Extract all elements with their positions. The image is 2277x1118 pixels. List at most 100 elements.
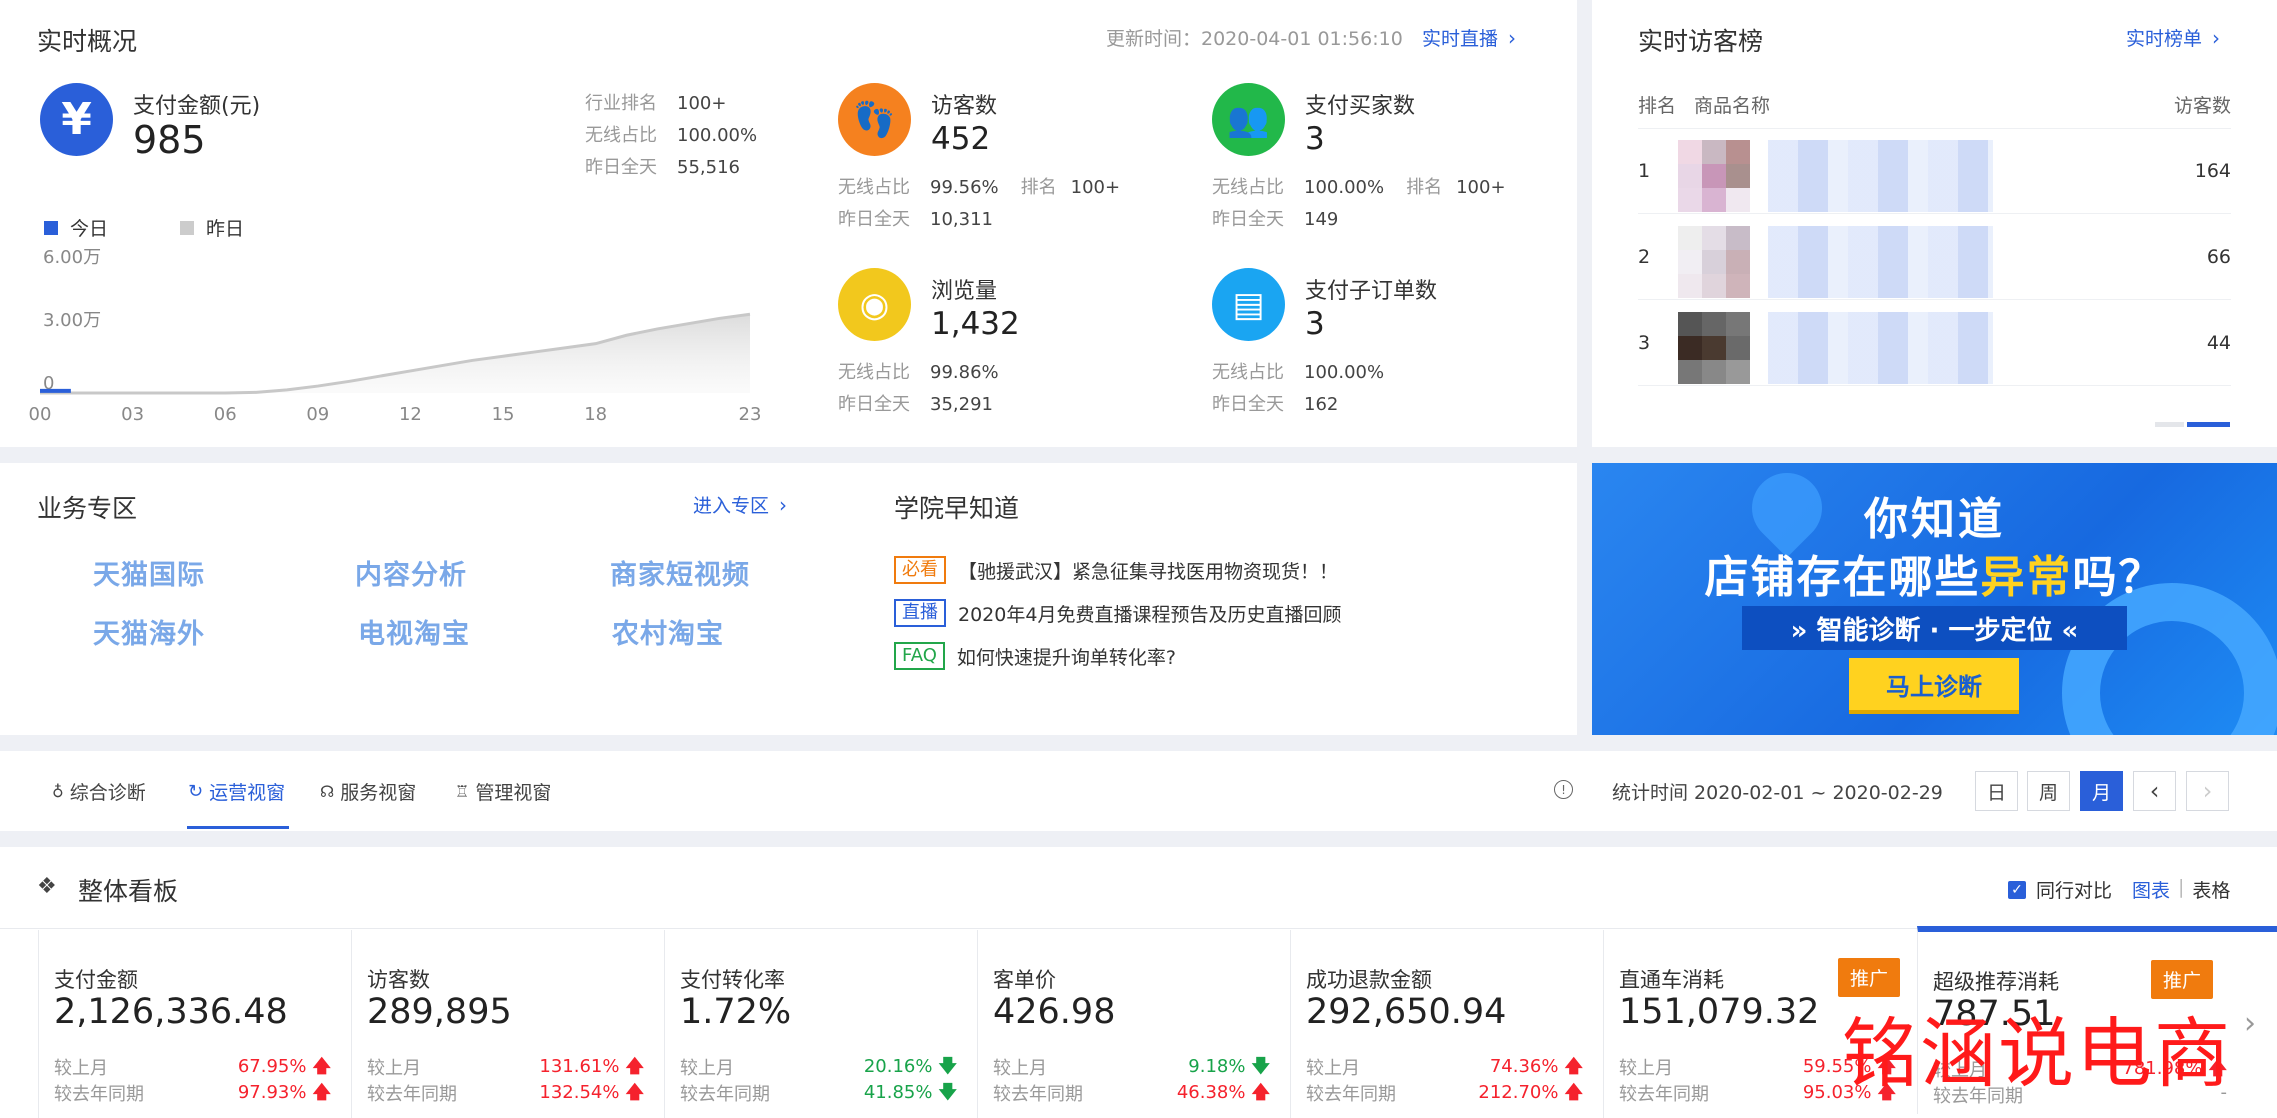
period-month-button[interactable]: 月: [2080, 771, 2123, 811]
metric-card[interactable]: 客单价 426.98 较上月 9.18% 🡇 较去年同期 46.38% 🡅: [977, 930, 1290, 1118]
metric-card[interactable]: 支付转化率 1.72% 较上月 20.16% 🡇 较去年同期 41.85% 🡇: [664, 930, 977, 1118]
pager-dot[interactable]: [2155, 422, 2184, 427]
period-day-button[interactable]: 日: [1975, 771, 2018, 811]
news-item[interactable]: FAQ 如何快速提升询单转化率?: [894, 640, 1176, 672]
card-yoy: 较去年同期 212.70% 🡅: [1306, 1080, 1583, 1110]
metric-mobile-ratio: 无线占比 100.00% 排名 100+: [1212, 173, 1506, 199]
view-toggle: 图表 | 表格: [2132, 876, 2230, 903]
tab-service[interactable]: ☊ 服务视窗: [320, 778, 416, 805]
view-chart-link[interactable]: 图表: [2132, 876, 2170, 903]
y-tick-label: 3.00万: [43, 310, 101, 331]
x-tick-label: 03: [121, 404, 144, 425]
pay-amount-value: 985: [133, 118, 206, 162]
x-tick-label: 09: [306, 404, 329, 425]
metric-label: 支付买家数: [1305, 94, 1416, 119]
rank-row[interactable]: 3 44: [1638, 300, 2231, 386]
eye-icon: ◉: [838, 268, 911, 341]
metric-card[interactable]: 访客数 289,895 较上月 131.61% 🡅 较去年同期 132.54% 🡅: [351, 930, 664, 1118]
pay-amount-details: 行业排名 100+ 无线占比 100.00% 昨日全天 55,516: [585, 88, 757, 184]
period-week-button[interactable]: 周: [2027, 771, 2070, 811]
news-text: 【驰援武汉】紧急征集寻找医用物资现货！！: [958, 560, 1339, 583]
metric-mobile-ratio: 无线占比 99.56% 排名 100+: [838, 173, 1120, 199]
detail-key: 昨日全天: [838, 394, 910, 415]
cmp-key: 较去年同期: [680, 1084, 770, 1105]
pay-amount-label: 支付金额(元): [133, 94, 261, 119]
prev-period-button[interactable]: ‹: [2133, 771, 2176, 811]
metric-yesterday: 昨日全天 149: [1212, 205, 1338, 231]
metric-card[interactable]: 支付金额 2,126,336.48 较上月 67.95% 🡅 较去年同期 97.93% 🡅: [38, 930, 351, 1118]
footprint-icon: 👣: [838, 83, 911, 156]
cmp-key: 较去年同期: [1306, 1084, 1396, 1105]
detail-value: 100+: [677, 93, 727, 114]
metric-yesterday: 昨日全天 162: [1212, 390, 1338, 416]
news-item[interactable]: 必看 【驰援武汉】紧急征集寻找医用物资现货！！: [894, 554, 1338, 586]
rank-link[interactable]: 实时榜单 ›: [2126, 24, 2220, 51]
arrow-down-icon: 🡇: [1251, 1056, 1270, 1077]
detail-value: 100.00%: [1304, 177, 1385, 198]
metric-yesterday: 昨日全天 35,291: [838, 390, 993, 416]
card-value: 1.72%: [680, 992, 792, 1032]
rank-number: 1: [1638, 160, 1651, 182]
x-tick-label: 00: [29, 404, 52, 425]
detail-key: 无线占比: [585, 125, 657, 146]
banner-line2: 店铺存在哪些异常吗？: [1592, 541, 2277, 605]
biz-content-analysis[interactable]: 内容分析: [355, 553, 467, 592]
info-icon[interactable]: !: [1554, 780, 1573, 799]
checkbox-checked-icon[interactable]: ✓: [2008, 880, 2026, 899]
diagnosis-banner[interactable]: 你知道 店铺存在哪些异常吗？ » 智能诊断 · 一步定位 « 马上诊断: [1592, 463, 2277, 735]
diagnose-button[interactable]: 马上诊断: [1849, 658, 2019, 710]
tab-label: 综合诊断: [69, 782, 146, 804]
card-label: 支付金额: [54, 968, 138, 992]
detail-value: 99.86%: [930, 362, 999, 383]
tab-comprehensive[interactable]: ♁ 综合诊断: [52, 778, 146, 805]
biz-tv-taobao[interactable]: 电视淘宝: [358, 612, 470, 651]
biz-tmall-global[interactable]: 天猫国际: [93, 553, 205, 592]
cmp-key: 较去年同期: [1619, 1084, 1709, 1105]
detail-key: 排名: [1020, 177, 1057, 198]
metric-label: 支付子订单数: [1305, 279, 1438, 304]
rank-row[interactable]: 1 164: [1638, 128, 2231, 214]
detail-key: 行业排名: [585, 93, 657, 114]
detail-value: 99.56%: [930, 177, 999, 198]
metric-label: 访客数: [931, 94, 998, 119]
metric-value: 3: [1305, 306, 1325, 342]
cards-next-arrow[interactable]: ›: [2244, 1006, 2256, 1041]
detail-key: 无线占比: [838, 177, 910, 198]
metric-value: 3: [1305, 121, 1325, 157]
tab-management[interactable]: ♖ 管理视窗: [455, 778, 551, 805]
next-period-button[interactable]: ›: [2186, 771, 2229, 811]
series-yesterday-area: [40, 314, 750, 393]
view-table-link[interactable]: 表格: [2192, 876, 2230, 903]
detail-key: 无线占比: [1212, 177, 1284, 198]
arrow-up-icon: 🡅: [625, 1082, 644, 1103]
banner-line2-c: 吗？: [2072, 552, 2165, 603]
cmp-value: 132.54%: [539, 1082, 620, 1103]
biz-short-video[interactable]: 商家短视频: [610, 553, 750, 592]
peer-compare[interactable]: ✓ 同行对比: [2008, 876, 2112, 903]
live-link[interactable]: 实时直播 ›: [1422, 24, 1516, 51]
business-title: 业务专区: [37, 494, 138, 523]
metric-card[interactable]: 成功退款金额 292,650.94 较上月 74.36% 🡅 较去年同期 212.70% 🡅: [1290, 930, 1603, 1118]
live-link-label: 实时直播: [1422, 28, 1499, 50]
detail-value: 162: [1304, 394, 1339, 415]
product-name-blurred: [1768, 226, 1993, 298]
business-panel: 业务专区 进入专区 › 天猫国际 内容分析 商家短视频 天猫海外 电视淘宝 农村…: [0, 463, 1577, 735]
rank-row[interactable]: 2 66: [1638, 214, 2231, 300]
enter-zone-label: 进入专区: [693, 495, 770, 517]
detail-value: 100+: [1070, 177, 1121, 198]
metric-value: 452: [931, 121, 991, 157]
chart-legend: 今日 昨日: [44, 214, 244, 241]
news-item[interactable]: 直播 2020年4月免费直播课程预告及历史直播回顾: [894, 597, 1341, 629]
tab-label: 管理视窗: [475, 782, 552, 804]
biz-rural-taobao[interactable]: 农村淘宝: [612, 612, 724, 651]
enter-zone-link[interactable]: 进入专区 ›: [693, 491, 787, 518]
pager-dot-active[interactable]: [2186, 422, 2230, 427]
tab-operations[interactable]: ↻ 运营视窗: [188, 778, 285, 805]
rank-link-label: 实时榜单: [2126, 28, 2203, 50]
legend-today-swatch: [44, 220, 58, 235]
detail-key: 无线占比: [1212, 362, 1284, 383]
biz-tmall-overseas[interactable]: 天猫海外: [93, 612, 205, 651]
rank-pager[interactable]: [2155, 422, 2230, 427]
arrow-up-icon: 🡅: [1564, 1082, 1583, 1103]
news-text: 2020年4月免费直播课程预告及历史直播回顾: [958, 603, 1342, 626]
